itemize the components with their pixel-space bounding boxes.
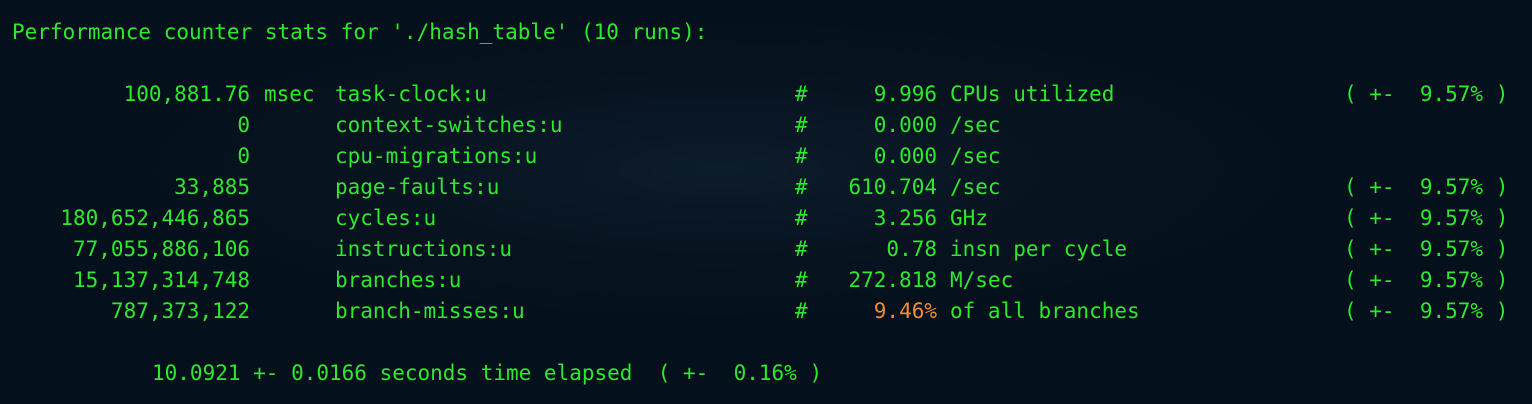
stat-metric-desc: of all branches [950, 299, 1140, 323]
comment-hash: # [795, 206, 808, 230]
stat-event-name: cpu-migrations:u [335, 144, 538, 168]
comment-hash: # [795, 299, 808, 323]
stat-event-name: task-clock:u [335, 82, 487, 106]
perf-header: Performance counter stats for './hash_ta… [12, 20, 708, 44]
stat-metric: 9.996 [873, 82, 937, 106]
stat-metric: 0.78 [886, 237, 937, 261]
comment-hash: # [795, 144, 808, 168]
stat-row: 0 context-switches:u #0.000/sec [0, 110, 1532, 140]
stat-metric-desc: /sec [950, 144, 1001, 168]
stat-event-name: context-switches:u [335, 113, 563, 137]
stat-value: 100,881.76 [123, 82, 250, 106]
stat-variance: ( +- 9.57% ) [1344, 299, 1509, 323]
stat-variance: ( +- 9.57% ) [1344, 82, 1509, 106]
stat-event-name: branch-misses:u [335, 299, 525, 323]
stat-row: 0 cpu-migrations:u #0.000/sec [0, 141, 1532, 171]
stat-row: 15,137,314,748 branches:u #272.818 M/sec ( +… [0, 265, 1532, 295]
stat-metric-desc: insn per cycle [950, 237, 1128, 261]
stat-value: 77,055,886,106 [72, 237, 250, 261]
stat-variance: ( +- 9.57% ) [1344, 175, 1509, 199]
stat-value: 33,885 [174, 175, 250, 199]
stat-value: 787,373,122 [110, 299, 250, 323]
stat-metric: 0.000 [873, 113, 937, 137]
stat-metric-desc: /sec [950, 175, 1001, 199]
stat-event-name: cycles:u [335, 206, 437, 230]
stat-metric-desc: /sec [950, 113, 1001, 137]
time-elapsed-summary: 10.0921 +- 0.0166 seconds time elapsed (… [152, 361, 823, 385]
terminal-window: Performance counter stats for './hash_ta… [0, 0, 1532, 404]
stat-metric: 9.46% [873, 299, 937, 323]
stat-value: 15,137,314,748 [72, 268, 250, 292]
stat-value: 0 [237, 113, 250, 137]
stat-event-name: instructions:u [335, 237, 513, 261]
stat-metric-desc: M/sec [950, 268, 1014, 292]
comment-hash: # [795, 237, 808, 261]
stat-event-name: page-faults:u [335, 175, 500, 199]
comment-hash: # [795, 82, 808, 106]
comment-hash: # [795, 113, 808, 137]
stat-variance: ( +- 9.57% ) [1344, 237, 1509, 261]
stat-value: 0 [237, 144, 250, 168]
stat-row: 77,055,886,106 instructions:u #0.78 insn pe… [0, 234, 1532, 264]
stat-row: 180,652,446,865 cycles:u #3.256 GHz ( +- 9.5… [0, 203, 1532, 233]
comment-hash: # [795, 268, 808, 292]
stat-metric-desc: CPUs utilized [950, 82, 1115, 106]
stat-variance: ( +- 9.57% ) [1344, 206, 1509, 230]
stat-metric: 272.818 [848, 268, 937, 292]
stat-variance: ( +- 9.57% ) [1344, 268, 1509, 292]
stat-event-name: branches:u [335, 268, 462, 292]
stat-value: 180,652,446,865 [60, 206, 250, 230]
stat-row: 33,885 page-faults:u #610.704/sec ( +- 9.57… [0, 172, 1532, 202]
stat-metric: 0.000 [873, 144, 937, 168]
stat-metric: 610.704 [848, 175, 937, 199]
comment-hash: # [795, 175, 808, 199]
stat-unit: msec [264, 82, 315, 106]
stat-metric-desc: GHz [950, 206, 988, 230]
stat-row: 100,881.76 msec task-clock:u #9.996 CPUs uti… [0, 79, 1532, 109]
stat-row: 787,373,122 branch-misses:u #9.46% of all b… [0, 296, 1532, 326]
stat-metric: 3.256 [873, 206, 937, 230]
